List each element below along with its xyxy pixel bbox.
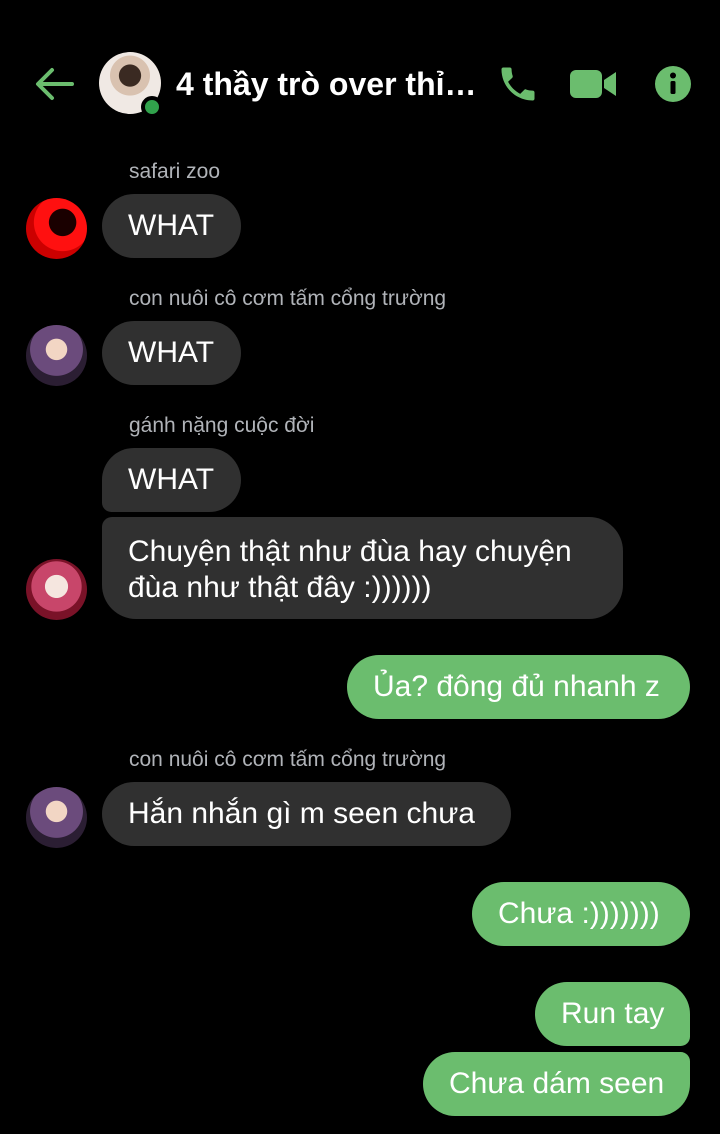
message-bubble[interactable]: Chuyện thật như đùa hay chuyện đùa như t… xyxy=(102,517,623,619)
message-bubble[interactable]: Hắn nhắn gì m seen chưa xyxy=(102,782,511,846)
message-bubble[interactable]: Chưa :))))))) xyxy=(472,882,690,946)
avatar[interactable] xyxy=(26,198,87,259)
online-status-dot xyxy=(141,96,163,118)
message-bubble[interactable]: Ủa? đông đủ nhanh z xyxy=(347,655,690,719)
message-bubble[interactable]: WHAT xyxy=(102,194,241,258)
sender-name: safari zoo xyxy=(129,160,221,183)
info-icon[interactable] xyxy=(654,65,692,103)
sender-name: con nuôi cô cơm tấm cổng trường xyxy=(129,748,447,771)
avatar[interactable] xyxy=(26,559,87,620)
sender-name: con nuôi cô cơm tấm cổng trường xyxy=(129,287,447,310)
message-text-line: Chuyện thật như đùa hay chuyện xyxy=(128,535,572,568)
phone-call-icon[interactable] xyxy=(496,62,540,106)
message-text-line: đùa như thật đây :)))))) xyxy=(128,571,432,604)
conversation-title[interactable]: 4 thầy trò over thỉn... xyxy=(176,66,481,103)
avatar[interactable] xyxy=(26,787,87,848)
chat-header: 4 thầy trò over thỉn... xyxy=(0,0,720,150)
message-bubble[interactable]: Chưa dám seen xyxy=(423,1052,690,1116)
sender-name: gánh nặng cuộc đời xyxy=(129,414,315,437)
avatar[interactable] xyxy=(26,325,87,386)
video-call-icon[interactable] xyxy=(568,66,618,102)
message-bubble[interactable]: WHAT xyxy=(102,448,241,512)
message-bubble[interactable]: Run tay xyxy=(535,982,690,1046)
message-bubble[interactable]: WHAT xyxy=(102,321,241,385)
back-arrow-icon[interactable] xyxy=(32,62,76,106)
